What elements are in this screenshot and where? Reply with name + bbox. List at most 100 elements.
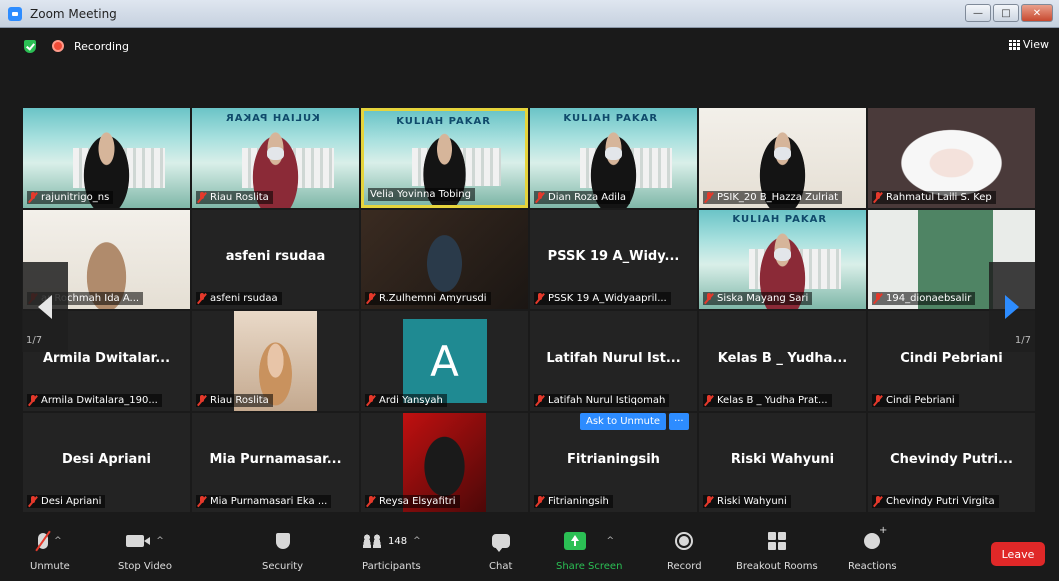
participant-tile[interactable]: A Ardi Yansyah [361, 311, 528, 411]
participant-name: R.Zulhemni Amyrusdi [379, 293, 487, 304]
participant-tile[interactable]: PSSK 19 A_Widy... PSSK 19 A_Widyaapril..… [530, 209, 697, 309]
participant-tile[interactable]: R.Zulhemni Amyrusdi [361, 209, 528, 309]
previous-page-button[interactable]: 1/7 [22, 262, 68, 352]
mic-muted-icon [874, 293, 882, 304]
participant-name-label: Dian Roza Adila [534, 190, 630, 204]
mic-muted-icon [705, 496, 713, 507]
participant-name-label: PSSK 19 A_Widyaapril... [534, 292, 671, 305]
record-button[interactable]: Record [667, 529, 702, 572]
participant-name-label: Riski Wahyuni [703, 495, 791, 508]
share-options-caret[interactable]: ^ [606, 536, 614, 546]
ask-to-unmute-button[interactable]: Ask to Unmute [580, 413, 667, 430]
reactions-button[interactable]: Reactions [848, 525, 897, 572]
next-page-button[interactable]: 1/7 [989, 262, 1035, 352]
participant-name-label: rajunitrigo_ns [27, 190, 114, 204]
video-options-caret[interactable]: ^ [156, 536, 164, 546]
mic-muted-icon [198, 293, 206, 304]
participant-display-name: Chevindy Putri... [890, 452, 1013, 468]
shield-icon [275, 533, 290, 549]
participants-button[interactable]: 148 ^ Participants [362, 529, 421, 572]
participant-tile[interactable]: Riski Wahyuni Riski Wahyuni [699, 412, 866, 512]
maximize-button[interactable]: □ [993, 4, 1019, 22]
participant-display-name: Fitrianingsih [567, 452, 660, 468]
mic-muted-icon [874, 191, 882, 203]
security-button[interactable]: Security [262, 529, 303, 572]
participant-name: Latifah Nurul Istiqomah [548, 394, 666, 406]
participant-tile[interactable]: Latifah Nurul Ist... Latifah Nurul Istiq… [530, 311, 697, 411]
zoom-window: Zoom Meeting — □ ✕ Recording View rajuni… [0, 0, 1059, 581]
grid-view-icon [1008, 39, 1020, 50]
participant-name-label: 194_dionaebsalir [872, 292, 976, 305]
participants-count: 148 [388, 535, 408, 547]
mic-muted-icon [198, 191, 206, 203]
mic-muted-icon [367, 293, 375, 304]
recording-dot-icon [52, 40, 64, 52]
audio-options-caret[interactable]: ^ [54, 536, 62, 546]
participant-tile[interactable]: asfeni rsudaa asfeni rsudaa [192, 209, 359, 309]
participant-tile[interactable]: Kelas B _ Yudha... Kelas B _ Yudha Prat.… [699, 311, 866, 411]
chat-label: Chat [489, 561, 513, 572]
close-button[interactable]: ✕ [1021, 4, 1053, 22]
participant-name-label: Armila Dwitalara_190... [27, 393, 162, 407]
more-options-button[interactable]: ··· [669, 413, 689, 430]
arrow-right-icon [1005, 295, 1019, 319]
participant-name-label: asfeni rsudaa [196, 292, 282, 305]
participant-name: Desi Apriani [41, 496, 102, 507]
participant-tile[interactable]: KULIAH PAKAR Dian Roza Adila [530, 108, 697, 208]
breakout-rooms-button[interactable]: Breakout Rooms [736, 529, 818, 572]
participant-name: Riski Wahyuni [717, 496, 787, 507]
mic-muted-icon [29, 394, 37, 406]
participant-avatar: A [402, 319, 487, 403]
chat-icon [491, 534, 510, 552]
unmute-button[interactable]: ^ Unmute [30, 529, 70, 572]
mic-muted-icon [705, 191, 713, 203]
participant-name: 194_dionaebsalir [886, 293, 972, 304]
share-screen-button[interactable]: ^ Share Screen [556, 529, 622, 572]
participant-name-label: Riau Roslita [196, 190, 273, 204]
stop-video-button[interactable]: ^ Stop Video [118, 529, 172, 572]
breakout-rooms-label: Breakout Rooms [736, 561, 818, 572]
ask-to-unmute-group: Ask to Unmute ··· [580, 413, 689, 430]
participant-tile[interactable]: Desi Apriani Desi Apriani [23, 412, 190, 512]
participants-options-caret[interactable]: ^ [413, 536, 421, 546]
view-button[interactable]: View [1008, 38, 1049, 51]
participant-display-name: Mia Purnamasar... [209, 452, 342, 468]
participant-name: PSSK 19 A_Widyaapril... [548, 293, 667, 304]
mic-muted-icon [29, 191, 37, 203]
participants-label: Participants [362, 561, 421, 572]
participant-name: Ardi Yansyah [379, 394, 443, 406]
mic-off-icon [38, 533, 49, 549]
mic-muted-icon [536, 496, 544, 507]
participant-tile[interactable]: Chevindy Putri... Chevindy Putri Virgita [868, 412, 1035, 512]
mic-muted-icon [874, 394, 882, 406]
participant-name-label: Cindi Pebriani [872, 393, 959, 407]
meeting-toolbar: ^ Unmute ^ Stop Video Security 148 ^ Part… [0, 521, 1059, 581]
mic-muted-icon [198, 394, 206, 406]
mic-muted-icon [705, 394, 713, 406]
participant-tile[interactable]: KULIAH PAKAR Riau Roslita [192, 108, 359, 208]
participant-name-label: Chevindy Putri Virgita [872, 495, 999, 508]
participant-tile[interactable]: Riau Roslita [192, 311, 359, 411]
participant-tile[interactable]: Rahmatul Laili S. Kep [868, 108, 1035, 208]
participant-tile[interactable]: Reysa Elsyafitri [361, 412, 528, 512]
unmute-label: Unmute [30, 561, 70, 572]
participant-name-label: Ardi Yansyah [365, 393, 447, 407]
participant-tile[interactable]: KULIAH PAKAR Siska Mayang Sari [699, 209, 866, 309]
participant-name: Chevindy Putri Virgita [886, 496, 995, 507]
chat-button[interactable]: Chat [489, 529, 512, 572]
participant-name: Riau Roslita [210, 191, 269, 203]
mic-muted-icon [198, 496, 206, 507]
participant-tile[interactable]: Mia Purnamasar... Mia Purnamasari Eka ..… [192, 412, 359, 512]
encryption-shield-icon[interactable] [24, 39, 36, 53]
participant-name-label: Kelas B _ Yudha Prat... [703, 393, 832, 407]
participant-display-name: Armila Dwitalar... [42, 350, 171, 366]
participant-tile[interactable]: rajunitrigo_ns [23, 108, 190, 208]
share-screen-icon [564, 532, 587, 550]
active-speaker-tile[interactable]: KULIAH PAKAR Velia Yovinna Tobing [361, 108, 528, 208]
participant-name: Kelas B _ Yudha Prat... [717, 394, 828, 406]
minimize-button[interactable]: — [965, 4, 991, 22]
participant-tile[interactable]: PSIK_20 B_Hazza Zulriat [699, 108, 866, 208]
reactions-label: Reactions [848, 561, 897, 572]
leave-button[interactable]: Leave [991, 542, 1045, 566]
mic-muted-icon [874, 496, 882, 507]
